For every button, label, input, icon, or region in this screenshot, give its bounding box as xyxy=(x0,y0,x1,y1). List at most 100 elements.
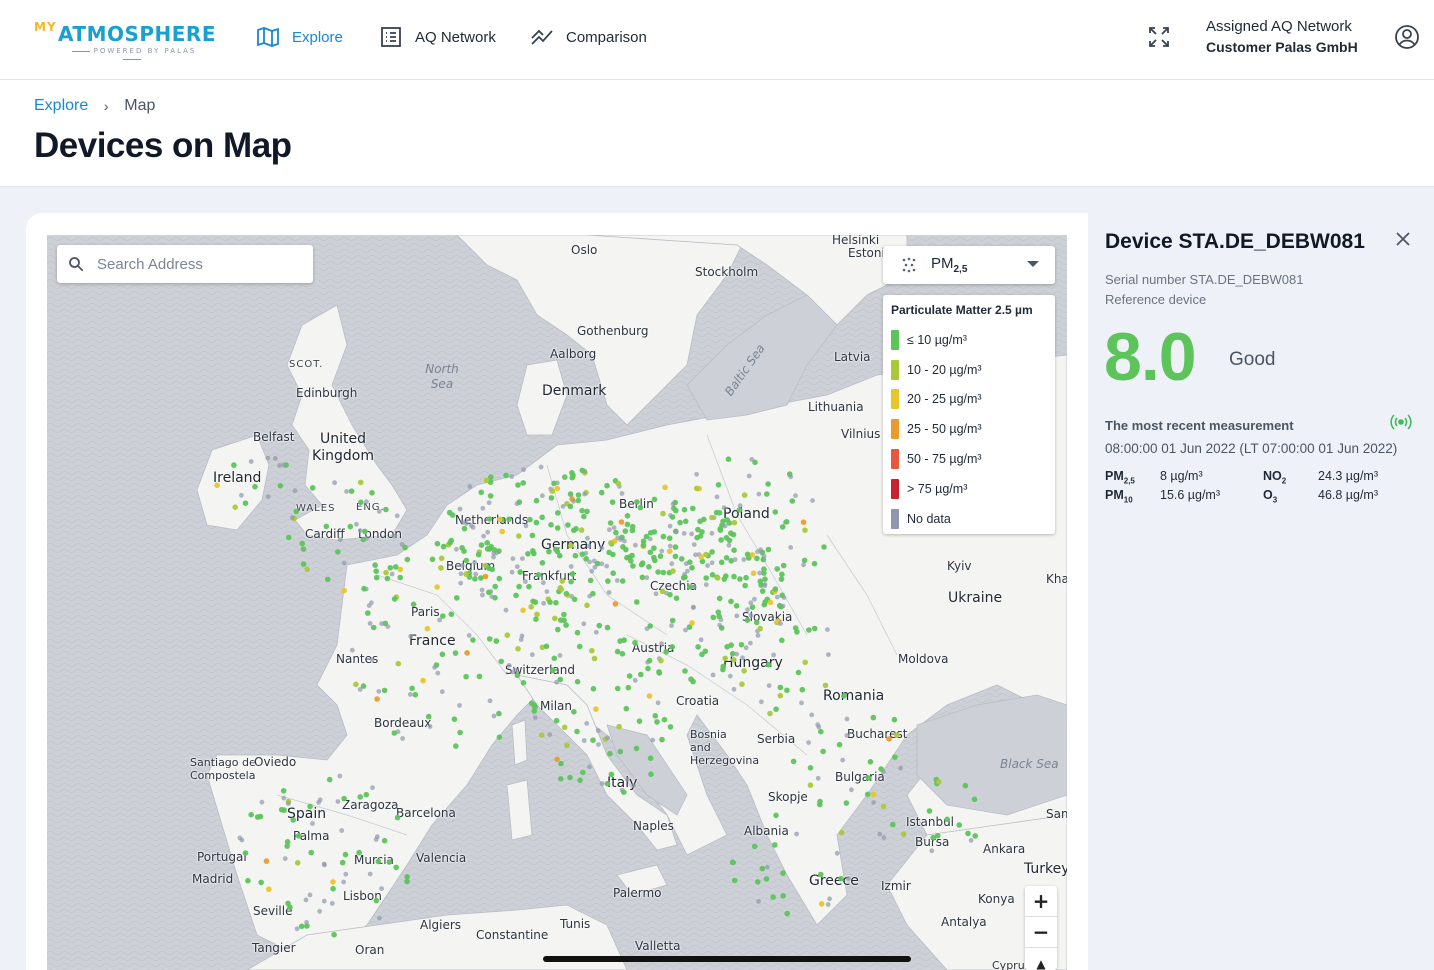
device-marker[interactable] xyxy=(237,835,243,841)
device-marker[interactable] xyxy=(727,673,733,679)
device-marker[interactable] xyxy=(765,481,771,487)
device-marker[interactable] xyxy=(619,491,625,496)
device-marker[interactable] xyxy=(265,494,271,499)
zoom-out-button[interactable]: − xyxy=(1025,917,1057,948)
device-marker[interactable] xyxy=(820,748,826,755)
device-marker[interactable] xyxy=(771,652,776,658)
device-marker[interactable] xyxy=(553,717,560,724)
address-search-box[interactable] xyxy=(57,245,313,283)
device-marker[interactable] xyxy=(331,931,337,938)
device-marker[interactable] xyxy=(369,600,374,606)
device-marker[interactable] xyxy=(669,644,675,650)
device-marker[interactable] xyxy=(389,571,395,577)
device-marker[interactable] xyxy=(608,540,614,546)
device-marker[interactable] xyxy=(926,808,933,814)
device-marker[interactable] xyxy=(673,507,679,514)
device-marker[interactable] xyxy=(772,509,779,515)
device-marker[interactable] xyxy=(647,530,654,536)
device-marker[interactable] xyxy=(589,647,595,654)
device-marker[interactable] xyxy=(579,467,586,474)
device-marker[interactable] xyxy=(752,596,757,602)
device-marker[interactable] xyxy=(632,639,638,646)
device-marker[interactable] xyxy=(715,609,722,615)
device-marker[interactable] xyxy=(779,637,785,644)
device-marker[interactable] xyxy=(583,556,589,562)
device-marker[interactable] xyxy=(740,655,745,661)
device-marker[interactable] xyxy=(491,554,496,560)
device-marker[interactable] xyxy=(554,756,560,763)
device-marker[interactable] xyxy=(568,578,574,585)
device-marker[interactable] xyxy=(470,637,476,643)
device-marker[interactable] xyxy=(619,578,626,584)
device-marker[interactable] xyxy=(714,575,721,581)
device-marker[interactable] xyxy=(484,546,491,552)
device-marker[interactable] xyxy=(748,600,754,606)
device-marker[interactable] xyxy=(654,719,660,725)
device-marker[interactable] xyxy=(367,871,373,877)
device-marker[interactable] xyxy=(715,482,722,488)
device-marker[interactable] xyxy=(574,629,581,636)
device-marker[interactable] xyxy=(528,604,534,610)
device-marker[interactable] xyxy=(386,859,393,865)
device-marker[interactable] xyxy=(529,532,536,539)
device-marker[interactable] xyxy=(646,657,653,664)
device-marker[interactable] xyxy=(510,556,516,562)
device-marker[interactable] xyxy=(956,822,962,828)
device-marker[interactable] xyxy=(714,494,720,500)
device-marker[interactable] xyxy=(552,615,558,622)
device-marker[interactable] xyxy=(394,814,401,821)
device-marker[interactable] xyxy=(694,534,700,541)
device-marker[interactable] xyxy=(614,648,621,655)
device-marker[interactable] xyxy=(354,521,359,527)
device-marker[interactable] xyxy=(764,864,770,870)
device-marker[interactable] xyxy=(308,849,315,856)
device-marker[interactable] xyxy=(578,527,585,533)
search-input[interactable] xyxy=(97,255,297,273)
device-marker[interactable] xyxy=(483,477,490,484)
device-marker[interactable] xyxy=(806,740,811,745)
device-marker[interactable] xyxy=(587,764,592,770)
device-marker[interactable] xyxy=(683,561,689,567)
device-marker[interactable] xyxy=(499,528,506,535)
device-marker[interactable] xyxy=(659,548,665,554)
device-marker[interactable] xyxy=(757,578,764,585)
device-marker[interactable] xyxy=(425,713,432,720)
device-marker[interactable] xyxy=(458,571,464,577)
device-marker[interactable] xyxy=(277,483,284,489)
device-marker[interactable] xyxy=(412,691,419,698)
device-marker[interactable] xyxy=(759,699,764,705)
device-marker[interactable] xyxy=(339,859,346,866)
device-marker[interactable] xyxy=(595,728,601,733)
device-marker[interactable] xyxy=(651,496,658,503)
device-marker[interactable] xyxy=(349,647,355,653)
device-marker[interactable] xyxy=(673,595,680,601)
device-marker[interactable] xyxy=(353,681,359,688)
device-marker[interactable] xyxy=(454,546,459,552)
device-marker[interactable] xyxy=(762,583,768,588)
device-marker[interactable] xyxy=(681,531,687,536)
device-marker[interactable] xyxy=(709,530,715,536)
device-marker[interactable] xyxy=(968,838,974,843)
device-marker[interactable] xyxy=(448,537,455,544)
device-marker[interactable] xyxy=(458,580,464,586)
device-marker[interactable] xyxy=(682,668,688,674)
device-marker[interactable] xyxy=(373,574,380,581)
device-marker[interactable] xyxy=(533,616,539,622)
device-marker[interactable] xyxy=(513,592,519,599)
device-marker[interactable] xyxy=(886,736,892,742)
device-marker[interactable] xyxy=(317,908,322,914)
device-marker[interactable] xyxy=(395,660,402,667)
device-marker[interactable] xyxy=(682,518,689,525)
device-marker[interactable] xyxy=(321,898,327,904)
device-marker[interactable] xyxy=(718,537,724,543)
device-marker[interactable] xyxy=(439,651,446,658)
device-marker[interactable] xyxy=(672,544,679,550)
device-marker[interactable] xyxy=(609,499,616,506)
device-marker[interactable] xyxy=(548,522,554,528)
device-marker[interactable] xyxy=(825,627,830,632)
device-marker[interactable] xyxy=(972,833,978,839)
device-marker[interactable] xyxy=(731,877,738,884)
device-marker[interactable] xyxy=(682,574,688,580)
device-marker[interactable] xyxy=(453,743,459,749)
device-marker[interactable] xyxy=(731,573,737,580)
